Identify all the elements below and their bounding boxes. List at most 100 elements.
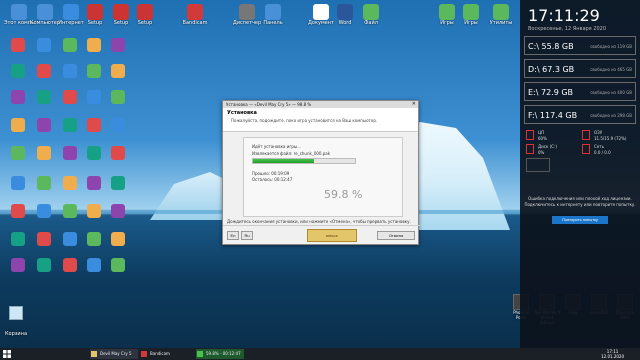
ram-value: 11.5/15.9 (72%)	[594, 136, 627, 141]
drive-e-widget: E:\ 72.9 GB свободно из 400 GB	[524, 82, 636, 101]
desktop-shortcut-icon[interactable]	[11, 64, 25, 78]
app-icon	[87, 4, 103, 20]
desktop-icon[interactable]: Игры	[456, 4, 486, 26]
desktop-shortcut-icon[interactable]	[111, 204, 125, 218]
dialog-titlebar[interactable]: Установка — «Devil May Cry 5» — 98.8 % ✕	[223, 101, 418, 108]
lang-en-button[interactable]: En	[227, 231, 239, 240]
taskbar-item-progress[interactable]: 59.8% - 00:12:47	[196, 349, 244, 359]
drive-e-label: E:\ 72.9 GB	[528, 88, 574, 97]
close-icon[interactable]: ✕	[412, 101, 416, 108]
desktop-shortcut-icon[interactable]	[63, 64, 77, 78]
desktop-shortcut-icon[interactable]	[37, 232, 51, 246]
desktop-shortcut-icon[interactable]	[87, 146, 101, 160]
desktop-shortcut-icon[interactable]	[37, 146, 51, 160]
recycle-bin[interactable]: Корзина	[4, 306, 28, 339]
desktop-shortcut-icon[interactable]	[37, 64, 51, 78]
cpu-value: 60%	[538, 136, 547, 141]
cpu-label: ЦП	[538, 130, 545, 135]
progress-panel: Идёт установка игры... Извлекается файл:…	[243, 137, 403, 217]
desktop-shortcut-icon[interactable]	[111, 176, 125, 190]
taskbar-date: 12.01.2020	[601, 354, 624, 359]
desktop-icon-label: Bandicam	[182, 20, 208, 26]
disk-value: 0%	[538, 150, 545, 155]
desktop-shortcut-icon[interactable]	[63, 258, 77, 272]
desktop-shortcut-icon[interactable]	[11, 118, 25, 132]
desktop-shortcut-icon[interactable]	[11, 38, 25, 52]
desktop-shortcut-icon[interactable]	[87, 176, 101, 190]
dialog-header: Установка Пожалуйста, подождите, пока иг…	[223, 108, 418, 132]
desktop-icon[interactable]: Bandicam	[180, 4, 210, 26]
retry-button[interactable]: Повторить попытку	[552, 216, 608, 224]
dialog-header-title: Установка	[227, 110, 257, 116]
desktop-icon-label: Утилиты	[489, 20, 513, 26]
clock-date: Воскресенье, 12 Января 2020	[528, 26, 607, 32]
windows-start-icon[interactable]	[3, 350, 11, 358]
desktop-shortcut-icon[interactable]	[87, 64, 101, 78]
disk-label: Диск (C:)	[538, 144, 557, 149]
desktop-icon-label: Игры	[464, 20, 478, 26]
recycle-bin-icon	[9, 306, 23, 320]
desktop-shortcut-icon[interactable]	[11, 232, 25, 246]
app-icon	[37, 4, 53, 20]
desktop-icon-label: Файл	[364, 20, 378, 26]
desktop-shortcut-icon[interactable]	[87, 258, 101, 272]
desktop-shortcut-icon[interactable]	[63, 232, 77, 246]
desktop-icon-label: Панель	[263, 20, 283, 26]
taskbar-clock[interactable]: 17:11 12.01.2020	[601, 349, 624, 359]
desktop-shortcut-icon[interactable]	[63, 38, 77, 52]
current-file: Извлекается файл: re_chunk_000.pak	[252, 151, 331, 156]
desktop-shortcut-icon[interactable]	[111, 90, 125, 104]
desktop-shortcut-icon[interactable]	[87, 90, 101, 104]
cpu-graph	[526, 130, 534, 140]
net-value: 0.0 / 0.0	[594, 150, 611, 155]
desktop-shortcut-icon[interactable]	[37, 90, 51, 104]
desktop-icon[interactable]: Файл	[356, 4, 386, 26]
desktop-shortcut-icon[interactable]	[111, 38, 125, 52]
dialog-title: Установка — «Devil May Cry 5» — 98.8 %	[226, 102, 312, 107]
desktop-shortcut-icon[interactable]	[111, 146, 125, 160]
ram-graph	[582, 130, 590, 140]
desktop-shortcut-icon[interactable]	[63, 146, 77, 160]
desktop-shortcut-icon[interactable]	[37, 258, 51, 272]
desktop-shortcut-icon[interactable]	[11, 90, 25, 104]
desktop-shortcut-icon[interactable]	[87, 38, 101, 52]
remaining-time: Осталось: 00:12:47	[252, 177, 293, 182]
progress-bar	[252, 158, 356, 164]
cancel-button[interactable]: Отмена	[377, 231, 415, 240]
desktop-icon[interactable]: Setup	[130, 4, 160, 26]
taskbar-item-bandicam[interactable]: Bandicam	[140, 349, 188, 359]
drive-d-label: D:\ 67.3 GB	[528, 65, 575, 74]
desktop-shortcut-icon[interactable]	[63, 118, 77, 132]
desktop-shortcut-icon[interactable]	[63, 176, 77, 190]
desktop-shortcut-icon[interactable]	[37, 204, 51, 218]
desktop-icon[interactable]: Утилиты	[486, 4, 516, 26]
desktop-shortcut-icon[interactable]	[87, 232, 101, 246]
desktop-shortcut-icon[interactable]	[111, 232, 125, 246]
app-icon	[439, 4, 455, 20]
desktop-shortcut-icon[interactable]	[111, 64, 125, 78]
desktop-shortcut-icon[interactable]	[11, 204, 25, 218]
taskbar-item-installer[interactable]: Devil May Cry 5 (R...	[90, 349, 138, 359]
desktop-shortcut-icon[interactable]	[37, 176, 51, 190]
desktop-shortcut-icon[interactable]	[11, 258, 25, 272]
desktop-shortcut-icon[interactable]	[63, 204, 77, 218]
app-icon	[337, 4, 353, 20]
dialog-header-subtitle: Пожалуйста, подождите, пока игра установ…	[231, 118, 378, 123]
drive-d-widget: D:\ 67.3 GB свободно из 465 GB	[524, 59, 636, 78]
ram-label: ОЗУ	[594, 130, 603, 135]
desktop-shortcut-icon[interactable]	[11, 176, 25, 190]
desktop-shortcut-icon[interactable]	[63, 90, 77, 104]
drive-c-widget: C:\ 55.8 GB свободно из 119 GB	[524, 36, 636, 55]
desktop-shortcut-icon[interactable]	[37, 38, 51, 52]
desktop-shortcut-icon[interactable]	[11, 146, 25, 160]
desktop-shortcut-icon[interactable]	[37, 118, 51, 132]
drive-c-label: C:\ 55.8 GB	[528, 42, 574, 51]
desktop-shortcut-icon[interactable]	[111, 118, 125, 132]
lang-ru-button[interactable]: Ru	[241, 231, 253, 240]
desktop-shortcut-icon[interactable]	[111, 258, 125, 272]
desktop-shortcut-icon[interactable]	[87, 204, 101, 218]
footer-divider	[223, 225, 420, 226]
desktop-shortcut-icon[interactable]	[87, 118, 101, 132]
desktop-icon[interactable]: Панель	[258, 4, 288, 26]
gpu-graph	[526, 158, 550, 172]
